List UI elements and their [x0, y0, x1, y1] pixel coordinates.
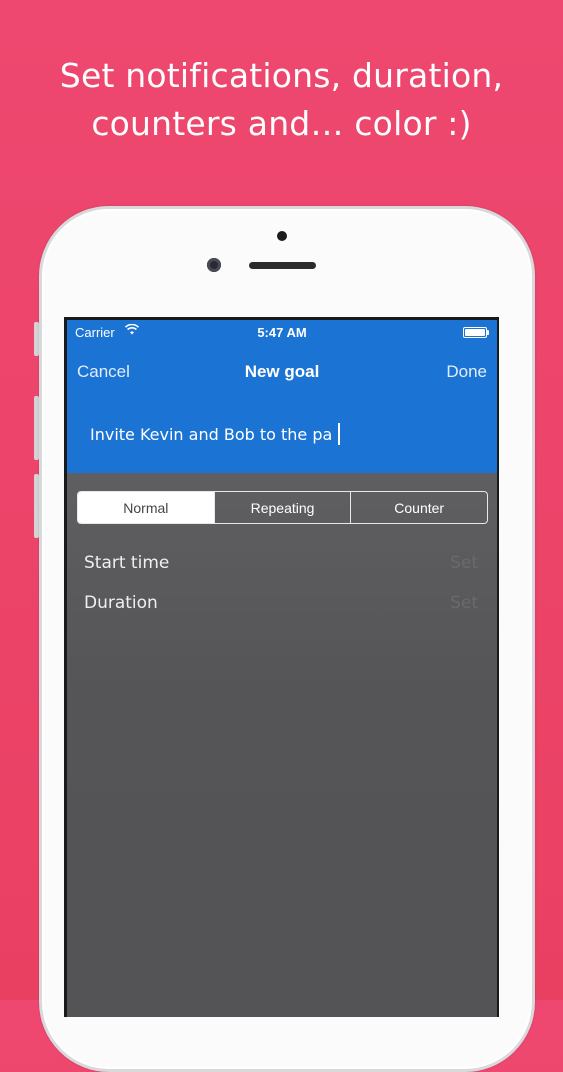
battery-icon — [463, 327, 489, 338]
duration-label: Duration — [84, 593, 158, 613]
proximity-sensor — [277, 231, 287, 241]
headline-line-1: Set notifications, duration, — [59, 56, 504, 95]
text-cursor — [338, 423, 340, 445]
segment-counter[interactable]: Counter — [350, 492, 487, 523]
segment-repeating[interactable]: Repeating — [213, 492, 351, 523]
start-time-label: Start time — [84, 553, 170, 573]
nav-bar: Cancel New goal Done — [67, 358, 497, 384]
goal-options-panel: Normal Repeating Counter Start time Set … — [67, 473, 497, 1017]
front-camera — [207, 258, 221, 272]
duration-set-button[interactable]: Set — [450, 593, 478, 613]
goal-type-segmented-control: Normal Repeating Counter — [77, 491, 488, 524]
status-bar: Carrier 5:47 AM — [67, 320, 497, 342]
headline-line-2: counters and… color :) — [91, 104, 472, 143]
marketing-headline: Set notifications, duration, counters an… — [0, 52, 563, 148]
segment-normal[interactable]: Normal — [78, 492, 214, 523]
start-time-set-button[interactable]: Set — [450, 553, 478, 573]
navigation-header: Carrier 5:47 AM Cancel New goal Done — [67, 320, 497, 473]
goal-title-input[interactable] — [90, 420, 470, 448]
duration-row[interactable]: Duration Set — [84, 593, 484, 617]
page-title: New goal — [244, 362, 320, 381]
earpiece-speaker — [249, 262, 316, 269]
start-time-row[interactable]: Start time Set — [84, 553, 484, 577]
phone-screen: Carrier 5:47 AM Cancel New goal Done Nor… — [64, 317, 499, 1017]
status-time: 5:47 AM — [257, 325, 307, 340]
done-button[interactable]: Done — [446, 362, 487, 382]
